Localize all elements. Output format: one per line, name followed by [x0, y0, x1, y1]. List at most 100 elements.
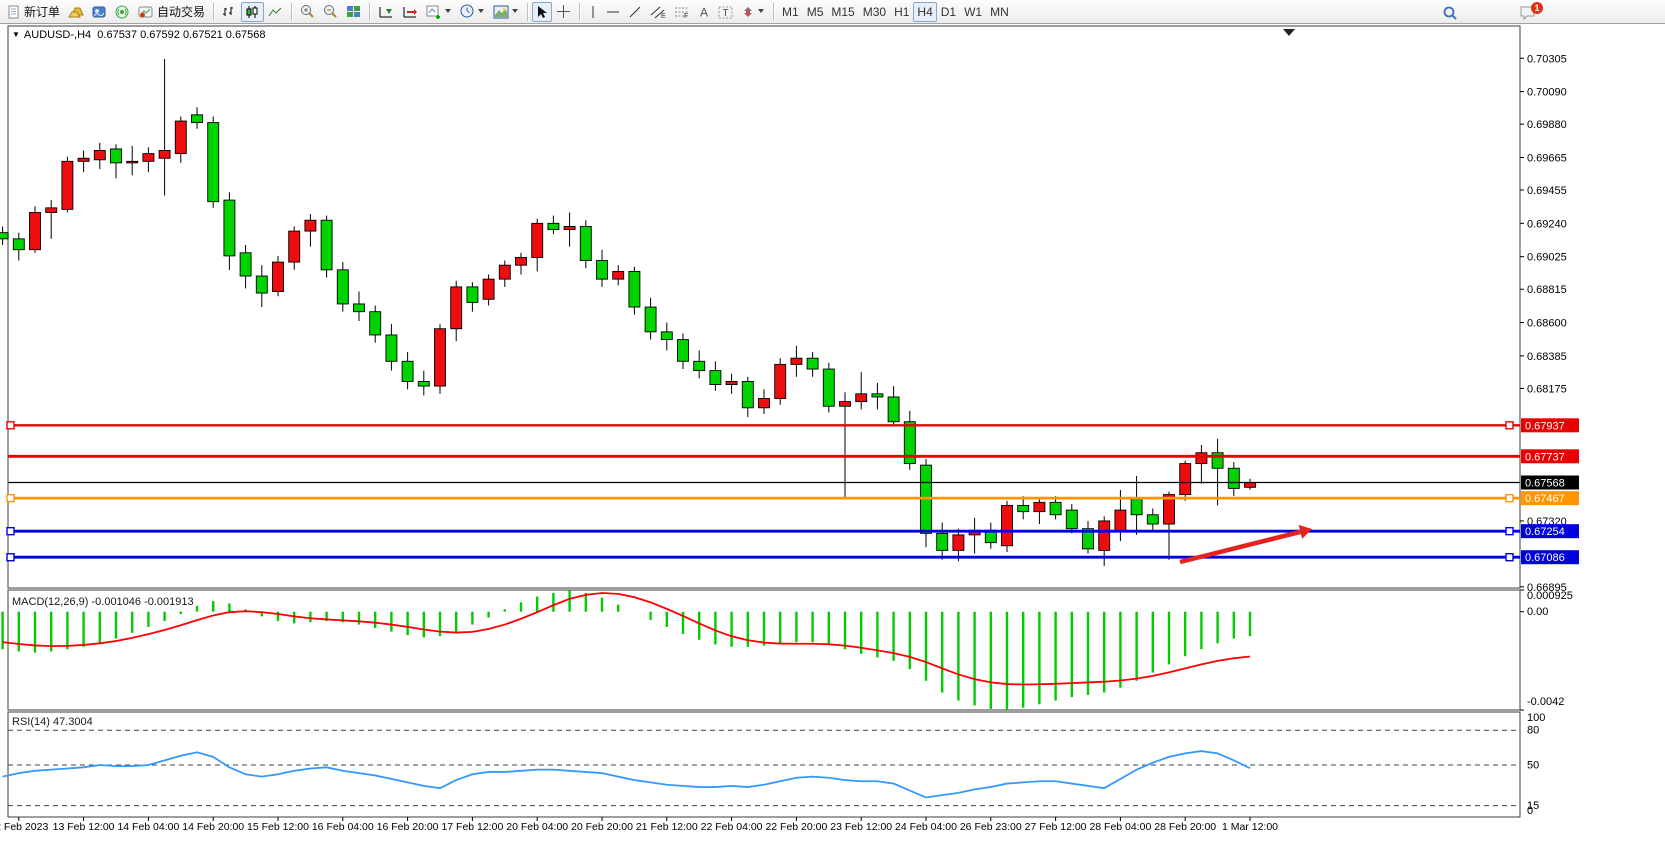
bar-chart-button[interactable] — [218, 2, 241, 22]
candle-body — [840, 402, 851, 407]
candle-body — [337, 270, 348, 304]
auto-scroll-button[interactable] — [374, 2, 398, 22]
trendline-button[interactable] — [624, 2, 646, 22]
candle-body — [1180, 464, 1191, 495]
chart-window[interactable]: 0.703050.700900.698800.696650.694550.692… — [0, 24, 1665, 841]
periods-button[interactable] — [456, 2, 489, 22]
timeframe-m1-button[interactable]: M1 — [778, 2, 803, 22]
timeframe-m30-button[interactable]: M30 — [859, 2, 890, 22]
line-chart-button[interactable] — [264, 2, 287, 22]
tile-windows-button[interactable] — [342, 2, 365, 22]
navigator-button[interactable] — [111, 2, 134, 22]
svg-text:23 Feb 12:00: 23 Feb 12:00 — [830, 821, 892, 833]
candle-body — [937, 533, 948, 550]
candle-body — [175, 121, 186, 154]
svg-text:24 Feb 04:00: 24 Feb 04:00 — [895, 821, 957, 833]
chart-title: ▼AUDUSD-,H4 0.67537 0.67592 0.67521 0.67… — [12, 29, 266, 41]
timeframe-h4-button[interactable]: H4 — [913, 2, 936, 22]
channel-icon: E — [650, 5, 666, 19]
market-watch-button[interactable] — [64, 2, 88, 22]
separator — [527, 3, 528, 21]
candle-body — [807, 358, 818, 369]
text-icon: A — [698, 5, 710, 19]
svg-text:0.69880: 0.69880 — [1527, 119, 1567, 131]
add-indicator-icon — [426, 4, 442, 19]
candle-body — [516, 257, 527, 265]
candle-body — [1099, 521, 1110, 550]
svg-text:0.70090: 0.70090 — [1527, 87, 1567, 99]
vertical-line-icon — [588, 5, 598, 19]
text-button[interactable]: A — [694, 2, 714, 22]
candle-body — [1245, 483, 1256, 488]
new-order-label: 新订单 — [24, 3, 60, 20]
line-handle — [1506, 495, 1513, 502]
timeframe-m15-button[interactable]: M15 — [827, 2, 858, 22]
timeframe-d1-button[interactable]: D1 — [937, 2, 960, 22]
horizontal-line-button[interactable] — [602, 2, 624, 22]
price-chart[interactable]: 0.703050.700900.698800.696650.694550.692… — [0, 24, 1665, 841]
timeframe-m5-button[interactable]: M5 — [803, 2, 828, 22]
svg-text:0.69025: 0.69025 — [1527, 252, 1567, 264]
svg-text:0.67568: 0.67568 — [1525, 478, 1565, 490]
svg-text:-0.0042: -0.0042 — [1527, 696, 1564, 708]
trendline-icon — [628, 5, 642, 19]
templates-button[interactable] — [489, 2, 523, 22]
new-order-button[interactable]: 新订单 — [3, 2, 64, 22]
svg-text:0.69240: 0.69240 — [1527, 218, 1567, 230]
svg-text:12 Feb 2023: 12 Feb 2023 — [0, 821, 48, 833]
crosshair-button[interactable] — [552, 2, 575, 22]
dropdown-arrow-icon — [478, 9, 485, 14]
candlestick-chart-button[interactable] — [241, 2, 264, 22]
data-window-button[interactable] — [88, 2, 111, 22]
candle-body — [872, 394, 883, 397]
timeframe-h1-button[interactable]: H1 — [890, 2, 913, 22]
candle-body — [143, 154, 154, 162]
svg-text:26 Feb 23:00: 26 Feb 23:00 — [960, 821, 1022, 833]
text-label-icon: T — [718, 5, 733, 19]
dropdown-arrow-icon — [512, 9, 519, 14]
cursor-button[interactable] — [532, 2, 552, 22]
svg-text:20 Feb 20:00: 20 Feb 20:00 — [571, 821, 633, 833]
svg-text:E: E — [661, 13, 666, 19]
svg-text:A: A — [700, 5, 708, 19]
vertical-line-button[interactable] — [584, 2, 602, 22]
zoom-out-button[interactable] — [319, 2, 342, 22]
svg-text:0.67467: 0.67467 — [1525, 493, 1565, 505]
arrows-tool-button[interactable] — [737, 2, 769, 22]
candle-body — [354, 304, 365, 312]
text-label-button[interactable]: T — [714, 2, 737, 22]
svg-text:13 Feb 12:00: 13 Feb 12:00 — [53, 821, 115, 833]
svg-text:15 Feb 12:00: 15 Feb 12:00 — [247, 821, 309, 833]
line-handle — [7, 528, 14, 535]
dropdown-arrow-icon — [445, 9, 452, 14]
line-handle — [7, 554, 14, 561]
channel-button[interactable]: E — [646, 2, 670, 22]
timeframe-mn-button[interactable]: MN — [986, 2, 1013, 22]
indicators-button[interactable] — [422, 2, 456, 22]
symbol-dropdown-icon[interactable]: ▼ — [12, 30, 20, 39]
zoom-in-button[interactable] — [296, 2, 319, 22]
svg-text:20 Feb 04:00: 20 Feb 04:00 — [506, 821, 568, 833]
candle-body — [678, 340, 689, 362]
chart-shift-button[interactable] — [398, 2, 422, 22]
signal-icon — [115, 5, 130, 19]
candle-body — [580, 226, 591, 260]
macd-label: MACD(12,26,9) -0.001046 -0.001913 — [12, 596, 194, 608]
pane-borders — [8, 26, 1520, 817]
search-button[interactable] — [1438, 3, 1462, 23]
notification-badge: 1 — [1531, 2, 1543, 14]
svg-text:F: F — [684, 13, 688, 19]
zoom-out-icon — [323, 4, 338, 19]
ohlc-close: 0.67568 — [226, 29, 266, 41]
candle-body — [645, 307, 656, 332]
candle-body — [661, 332, 672, 340]
macd-value-1: -0.001046 — [91, 596, 141, 608]
fibonacci-button[interactable]: F — [670, 2, 694, 22]
candle-body — [402, 361, 413, 381]
svg-text:14 Feb 04:00: 14 Feb 04:00 — [117, 821, 179, 833]
candle-body — [1115, 510, 1126, 532]
timeframe-w1-button[interactable]: W1 — [960, 2, 986, 22]
chat-button[interactable]: 1 — [1515, 2, 1541, 22]
candle-body — [370, 312, 381, 335]
auto-trading-button[interactable]: 自动交易 — [134, 2, 209, 22]
